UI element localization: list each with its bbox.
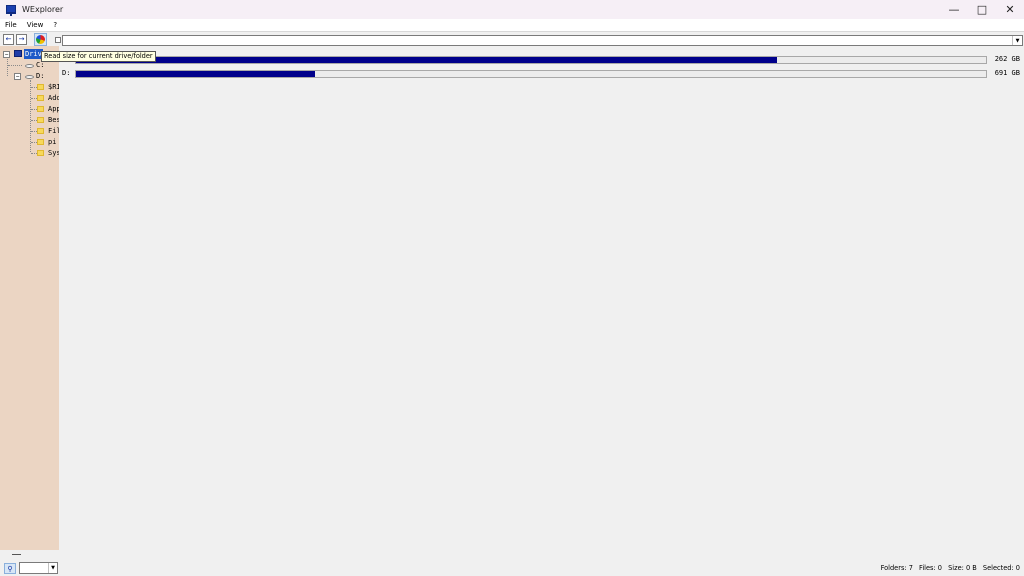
tree-item-folder[interactable]: $RI xyxy=(0,82,59,92)
drive-list: C: 262 GB D: 691 GB xyxy=(59,46,1024,562)
folder-icon xyxy=(37,117,44,123)
arrow-right-icon: → xyxy=(18,35,25,43)
read-size-tooltip: Read size for current drive/folder xyxy=(41,51,156,62)
window-controls: — □ ✕ xyxy=(940,0,1024,19)
status-bar: Folders: 7 Files: 0 Size: 0 B Selected: … xyxy=(59,562,1024,576)
path-combobox[interactable]: ▼ xyxy=(62,35,1023,46)
close-button[interactable]: ✕ xyxy=(996,0,1024,19)
tree-item-folder[interactable]: Sys xyxy=(0,148,59,158)
list-item[interactable]: C: 262 GB xyxy=(59,54,1024,66)
tree-item-label: App xyxy=(48,105,59,113)
tree-item-folder[interactable]: Ado xyxy=(0,93,59,103)
folder-icon xyxy=(37,139,44,145)
splitter-handle[interactable] xyxy=(12,554,21,555)
read-size-button[interactable] xyxy=(34,33,47,46)
usage-bar xyxy=(75,56,987,64)
usage-bar-fill xyxy=(76,57,777,63)
folder-icon xyxy=(37,150,44,156)
drive-icon xyxy=(25,64,34,68)
back-button[interactable]: ← xyxy=(3,34,14,45)
minimize-button[interactable]: — xyxy=(940,0,968,19)
computer-icon xyxy=(14,50,22,57)
status-selected: Selected: 0 xyxy=(982,564,1020,572)
menu-view[interactable]: View xyxy=(22,21,49,29)
pie-chart-icon xyxy=(36,35,45,44)
collapse-icon[interactable]: − xyxy=(14,73,21,80)
window-title: WExplorer xyxy=(22,5,64,14)
folder-icon xyxy=(37,128,44,134)
toolbar: ← → ▼ xyxy=(0,31,1024,46)
forward-button[interactable]: → xyxy=(16,34,27,45)
tree-item-label: Ado xyxy=(48,94,59,102)
monitor-icon xyxy=(6,5,16,16)
usage-bar xyxy=(75,70,987,78)
tree-item-label: Sys xyxy=(48,149,59,157)
search-button[interactable]: ⚲ xyxy=(4,563,16,574)
tree-item-folder[interactable]: Fil xyxy=(0,126,59,136)
menu-file[interactable]: File xyxy=(0,21,22,29)
tree-item-label: Bes xyxy=(48,116,59,124)
usage-bar-fill xyxy=(76,71,316,77)
drive-size: 262 GB xyxy=(994,55,1020,63)
search-icon: ⚲ xyxy=(7,564,13,573)
tree-item-label: $RI xyxy=(48,83,59,91)
folder-tree[interactable]: − Driv C: − D: $RI Ado App Bes Fil pi Sy… xyxy=(0,46,59,550)
path-checkbox[interactable] xyxy=(55,37,61,43)
tree-item-drive-d[interactable]: − D: xyxy=(0,71,59,81)
status-size: Size: 0 B xyxy=(948,564,977,572)
tree-item-label: D: xyxy=(36,72,45,80)
tree-item-folder[interactable]: pi xyxy=(0,137,59,147)
menu-bar: File View ? xyxy=(0,19,1024,31)
status-files: Files: 0 xyxy=(919,564,942,572)
status-text: Folders: 7 Files: 0 Size: 0 B Selected: … xyxy=(877,564,1020,572)
arrow-left-icon: ← xyxy=(5,35,12,43)
tree-item-folder[interactable]: App xyxy=(0,104,59,114)
collapse-icon[interactable]: − xyxy=(3,51,10,58)
tree-item-folder[interactable]: Bes xyxy=(0,115,59,125)
status-folders: Folders: 7 xyxy=(880,564,913,572)
tree-item-label: pi xyxy=(48,138,57,146)
folder-icon xyxy=(37,95,44,101)
folder-icon xyxy=(37,84,44,90)
chevron-down-icon[interactable]: ▼ xyxy=(1012,36,1022,45)
drive-size: 691 GB xyxy=(994,69,1020,77)
drive-icon xyxy=(25,75,34,79)
tree-item-label: Fil xyxy=(48,127,59,135)
maximize-button[interactable]: □ xyxy=(968,0,996,19)
drive-letter: D: xyxy=(62,69,71,77)
filter-combobox[interactable]: ▼ xyxy=(19,562,58,574)
list-item[interactable]: D: 691 GB xyxy=(59,68,1024,80)
folder-icon xyxy=(37,106,44,112)
menu-help[interactable]: ? xyxy=(48,21,62,29)
title-bar: WExplorer — □ ✕ xyxy=(0,0,1024,19)
chevron-down-icon[interactable]: ▼ xyxy=(48,563,57,573)
